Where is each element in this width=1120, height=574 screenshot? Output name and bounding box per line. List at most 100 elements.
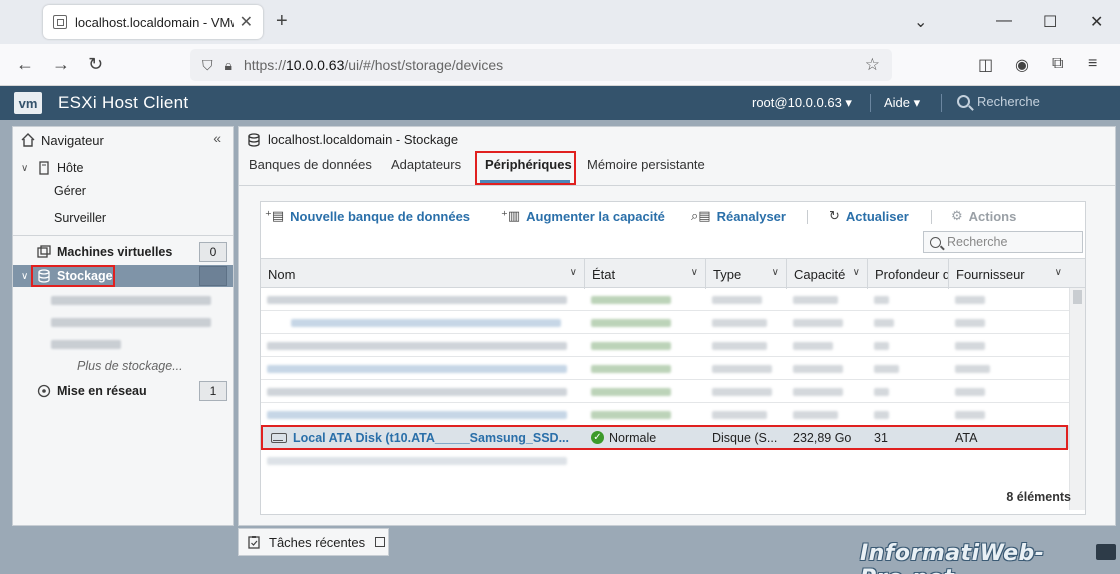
esxi-header: vm ESXi Host Client root@10.0.0.63 ▾ Aid… [0,86,1120,120]
column-type[interactable]: Type ∨ [706,259,787,289]
chevron-down-icon[interactable]: ∨ [21,163,31,174]
new-datastore-icon: ⁺▤ [265,208,285,223]
more-storage-link[interactable]: Plus de stockage... [13,355,233,377]
header-search[interactable]: Recherche [957,94,1040,109]
table-row[interactable] [261,357,1069,380]
column-state[interactable]: État ∨ [585,259,706,289]
tabs-divider [239,185,1115,186]
nav-monitor-label: Surveiller [54,211,107,225]
chevron-down-icon[interactable]: ∨ [691,267,698,278]
extensions-icon[interactable]: ⧉ [1052,55,1063,73]
recent-tasks-button[interactable]: Tâches récentes [238,528,389,556]
bookmark-star-icon[interactable]: ☆ [865,55,880,75]
blurred-datastore-name [51,339,121,349]
rescan-icon: ⌕▤ [691,208,711,223]
table-row[interactable] [261,403,1069,426]
header-search-placeholder: Recherche [977,94,1040,109]
refresh-button[interactable]: ↻ Actualiser [829,208,909,224]
vmware-favicon-icon [53,15,67,29]
forward-icon[interactable]: → [52,54,70,75]
chevron-down-icon[interactable]: ∨ [772,267,779,278]
nav-manage-label: Gérer [54,184,86,198]
chevron-down-icon[interactable]: ∨ [21,271,31,282]
navigator-header: Navigateur « [13,127,233,153]
account-icon[interactable]: ◉ [1015,55,1029,75]
minimize-icon[interactable]: — [996,12,1012,30]
tab-devices[interactable]: Périphériques [485,157,572,172]
browser-nav-bar: ← → ↻ ⛉ 🔒︎ https://10.0.0.63/ui/#/host/s… [0,44,1120,86]
storage-child-item[interactable] [13,289,233,311]
increase-capacity-button[interactable]: ⁺▥ Augmenter la capacité [501,208,665,224]
storage-highlight [31,265,115,287]
vmware-logo: vm [14,92,42,114]
navigator-panel: Navigateur « ∨ Hôte Gérer Surveiller Mac… [12,126,234,526]
close-tab-icon[interactable]: ✕ [240,12,253,32]
grid-search-input[interactable]: Recherche [923,231,1083,253]
table-row[interactable] [261,380,1069,403]
lock-icon[interactable]: 🔒︎ [225,57,232,74]
browser-tab-bar: localhost.localdomain - VMwar ✕ + ⌄ — ☐ … [0,0,1120,44]
chevron-down-icon[interactable]: ∨ [853,267,860,278]
storage-child-item[interactable] [13,333,233,355]
storage-child-item[interactable] [13,311,233,333]
toolbar-divider [807,210,808,224]
column-vendor[interactable]: Fournisseur ∨ [949,259,1069,289]
nav-item-monitor[interactable]: Surveiller [13,207,233,229]
nav-divider [13,235,233,236]
table-scrollbar[interactable] [1069,288,1085,510]
devices-grid: ⁺▤ Nouvelle banque de données ⁺▥ Augmenter… [260,201,1086,515]
storage-count-badge [199,266,227,286]
menu-icon[interactable]: ≡ [1088,55,1097,73]
collapse-navigator-icon[interactable]: « [213,130,221,146]
chevron-down-icon[interactable]: ∨ [570,267,577,278]
back-icon[interactable]: ← [16,54,34,75]
new-tab-icon[interactable]: + [276,10,288,33]
nav-item-network[interactable]: Mise en réseau 1 [13,380,233,402]
maximize-icon[interactable]: ☐ [1043,12,1057,32]
column-name[interactable]: Nom ∨ [261,259,585,289]
restore-icon[interactable] [375,537,386,547]
close-window-icon[interactable]: ✕ [1090,12,1103,32]
table-row-selected[interactable]: Local ATA Disk (t10.ATA_____Samsung_SSD.… [261,425,1069,450]
more-storage-label: Plus de stockage... [77,359,183,373]
nav-item-host[interactable]: ∨ Hôte [13,157,233,179]
help-menu[interactable]: Aide ▾ [884,95,920,111]
increase-capacity-icon: ⁺▥ [501,208,521,223]
tab-adapters[interactable]: Adaptateurs [391,157,461,172]
product-title: ESXi Host Client [58,93,189,112]
column-queue-depth[interactable]: Profondeur d [868,259,949,289]
new-datastore-button[interactable]: ⁺▤ Nouvelle banque de données [265,208,470,224]
column-capacity[interactable]: Capacité ∨ [787,259,868,289]
search-icon [930,236,941,248]
table-row[interactable] [261,311,1069,334]
chevron-down-icon[interactable]: ∨ [1055,267,1062,278]
rescan-button[interactable]: ⌕▤ Réanalyser [691,208,786,224]
user-menu[interactable]: root@10.0.0.63 ▾ [752,95,852,111]
shield-icon[interactable]: ⛉ [202,57,213,74]
pocket-icon[interactable]: ◫ [978,55,993,75]
virtual-machines-icon [37,245,51,258]
url-text[interactable]: https://10.0.0.63/ui/#/host/storage/devi… [244,57,865,73]
clipboard-icon [248,536,260,549]
nav-item-vms[interactable]: Machines virtuelles 0 [13,241,233,263]
scrollbar-thumb[interactable] [1073,290,1082,304]
nav-item-storage[interactable]: ∨ Stockage [13,265,233,287]
table-row[interactable] [261,334,1069,357]
tab-datastores[interactable]: Banques de données [249,157,372,172]
table-body: Local ATA Disk (t10.ATA_____Samsung_SSD.… [261,288,1069,478]
toolbar-divider [931,210,932,224]
address-bar[interactable]: ⛉ 🔒︎ https://10.0.0.63/ui/#/host/storage… [190,49,892,81]
nav-item-manage[interactable]: Gérer [13,180,233,202]
actions-button[interactable]: ⚙ Actions [951,208,1016,224]
reload-icon[interactable]: ↻ [88,54,103,75]
gear-icon: ⚙ [951,208,963,223]
navigator-title: Navigateur [41,132,104,148]
storage-tabs: Banques de données Adaptateurs Périphéri… [239,151,1115,185]
vms-count-badge: 0 [199,242,227,262]
browser-tab[interactable]: localhost.localdomain - VMwar ✕ [43,5,263,39]
table-row[interactable] [261,449,1069,472]
table-row[interactable] [261,288,1069,311]
chevron-down-icon[interactable]: ⌄ [914,12,927,32]
storage-content-panel: localhost.localdomain - Stockage Banques… [238,126,1116,526]
tab-persistent-memory[interactable]: Mémoire persistante [587,157,705,172]
